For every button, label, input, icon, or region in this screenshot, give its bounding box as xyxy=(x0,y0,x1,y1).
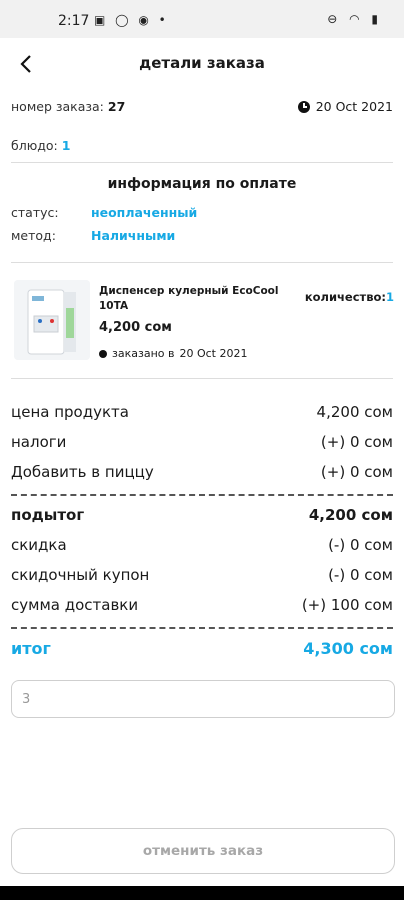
order-number: 27 xyxy=(107,99,126,114)
summary-row: скидка (-) 0 сом xyxy=(11,536,393,554)
summary-row: Добавить в пиццу (+) 0 сом xyxy=(11,463,393,481)
product-name: Диспенсер кулерный EcoCool 10TA xyxy=(99,285,279,312)
payment-method-label: метод: xyxy=(11,228,56,243)
order-number-row: номер заказа: 27 20 Oct 2021 xyxy=(11,99,393,114)
product-price: 4,200 сом xyxy=(99,320,172,335)
product-ordered: заказано в 20 Oct 2021 xyxy=(99,347,247,360)
dish-row: блюдо: 1 xyxy=(11,138,393,153)
status-time: 2:17 xyxy=(58,13,90,29)
summary-label: цена продукта xyxy=(11,403,129,421)
summary-value: (-) 0 сом xyxy=(328,536,393,554)
payment-title: информация по оплате xyxy=(107,176,297,192)
note-input[interactable] xyxy=(11,680,395,718)
divider xyxy=(11,162,393,163)
status-bar: 2:17 ▣ ◯ ◉ • ⊖ ◠ ▮ xyxy=(0,0,404,38)
payment-method-row: метод: Наличными xyxy=(11,228,393,243)
page-title: детали заказа xyxy=(139,54,265,72)
total-label: итог xyxy=(11,639,51,658)
divider xyxy=(11,262,393,263)
divider xyxy=(11,378,393,379)
summary-label: Добавить в пиццу xyxy=(11,463,154,481)
navigation-bar xyxy=(0,886,404,900)
summary-label: скидка xyxy=(11,536,67,554)
summary-label: налоги xyxy=(11,433,67,451)
subtotal-value: 4,200 сом xyxy=(308,506,393,524)
summary-row: налоги (+) 0 сом xyxy=(11,433,393,451)
payment-status-row: статус: неоплаченный xyxy=(11,205,393,220)
total-value: 4,300 сом xyxy=(303,639,393,658)
subtotal-label: подытог xyxy=(11,506,85,524)
payment-method: Наличными xyxy=(90,228,176,243)
product-quantity: количество:1 xyxy=(305,290,394,304)
quantity-value: 1 xyxy=(385,290,394,304)
ordered-label: заказано в xyxy=(112,347,175,360)
summary-value: (+) 0 сом xyxy=(320,433,393,451)
summary-value: (-) 0 сом xyxy=(328,566,393,584)
dot-icon xyxy=(99,349,107,358)
dish-count: 1 xyxy=(61,138,71,153)
summary-row: цена продукта 4,200 сом xyxy=(11,403,393,421)
subtotal-row: подытог 4,200 сом xyxy=(11,506,393,524)
app-header: детали заказа xyxy=(0,38,404,90)
total-row: итог 4,300 сом xyxy=(11,639,393,658)
summary-row: скидочный купон (-) 0 сом xyxy=(11,566,393,584)
order-date-text: 20 Oct 2021 xyxy=(315,99,393,114)
cancel-order-button[interactable]: отменить заказ xyxy=(11,828,395,874)
ordered-date: 20 Oct 2021 xyxy=(179,347,248,360)
summary-row: сумма доставки (+) 100 сом xyxy=(11,596,393,614)
clock-icon xyxy=(297,100,310,113)
payment-status: неоплаченный xyxy=(90,205,198,220)
dashed-divider xyxy=(11,627,393,629)
summary-value: (+) 100 сом xyxy=(301,596,393,614)
summary-value: 4,200 сом xyxy=(316,403,393,421)
dashed-divider xyxy=(11,494,393,496)
summary-label: скидочный купон xyxy=(11,566,150,584)
quantity-label: количество: xyxy=(304,290,386,304)
product-image xyxy=(14,280,90,360)
payment-status-label: статус: xyxy=(11,205,59,220)
summary-label: сумма доставки xyxy=(11,596,139,614)
water-dispenser-image xyxy=(14,280,90,360)
order-number-label: номер заказа: xyxy=(11,99,104,114)
order-date: 20 Oct 2021 xyxy=(297,99,393,114)
system-icons: ⊖ ◠ ▮ xyxy=(327,12,382,26)
notification-icons: ▣ ◯ ◉ • xyxy=(94,13,169,27)
dish-label: блюдо: xyxy=(11,138,58,153)
summary-value: (+) 0 сом xyxy=(320,463,393,481)
